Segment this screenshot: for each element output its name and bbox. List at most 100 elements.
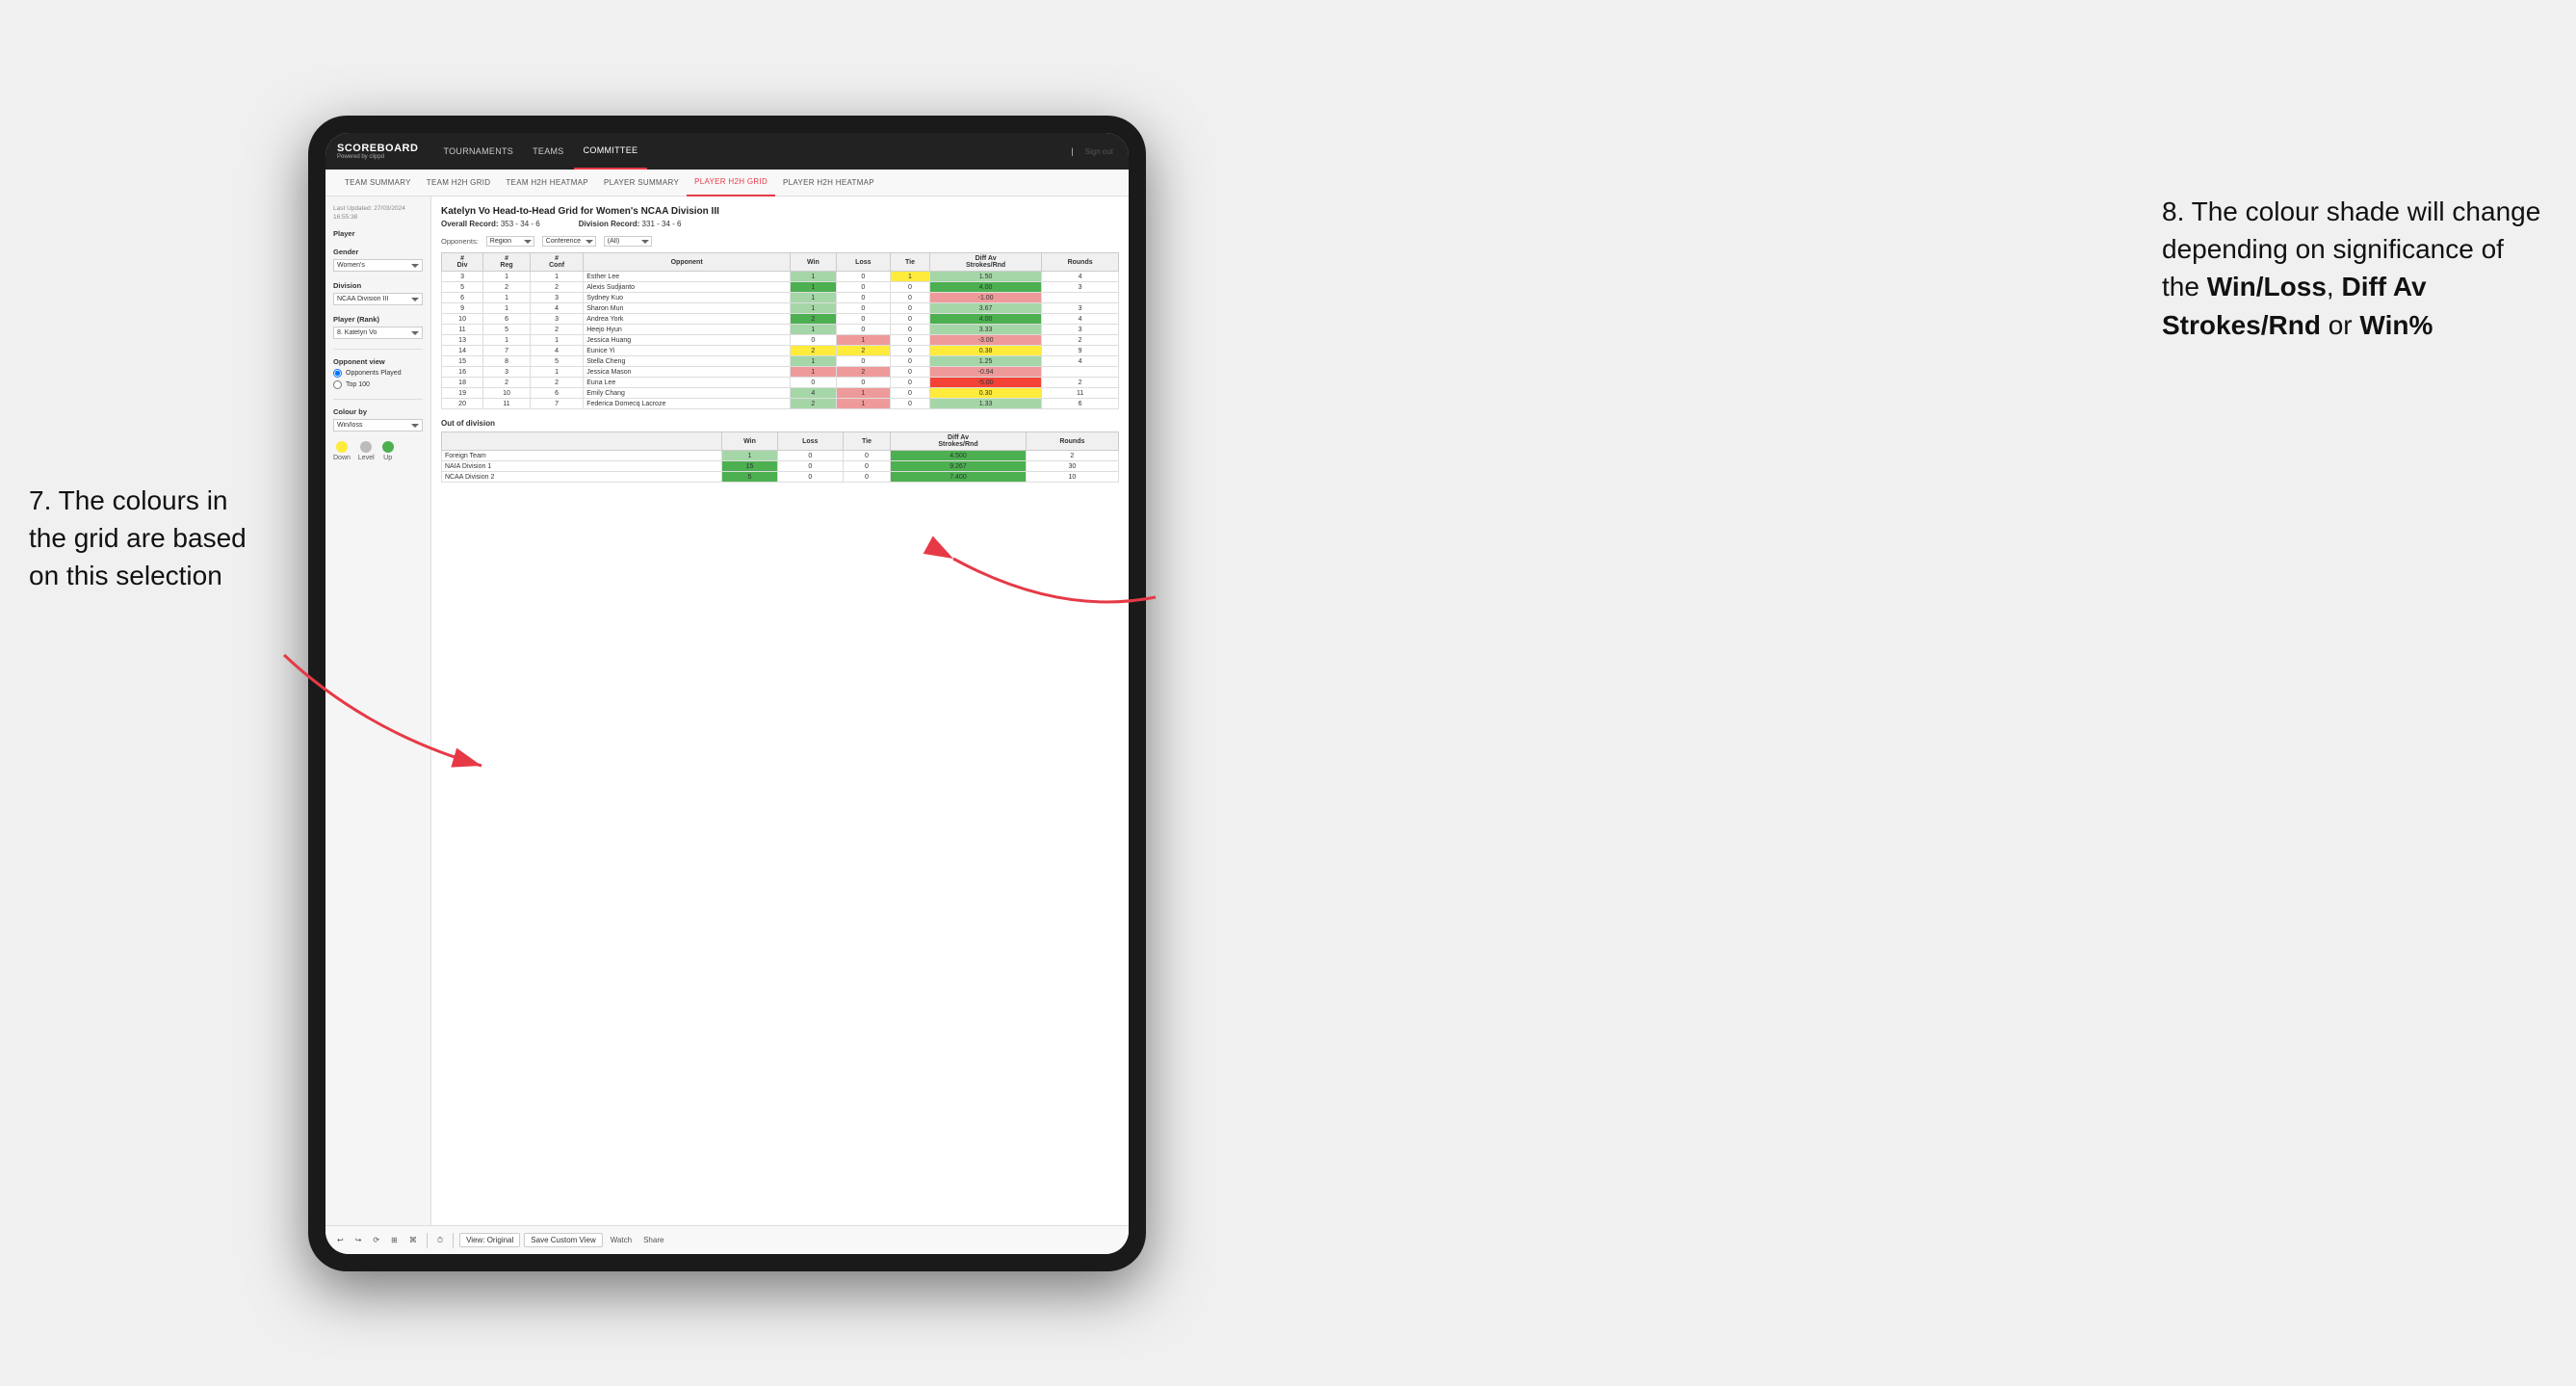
conference-filter[interactable]: Conference xyxy=(542,236,596,247)
cell-conf: 1 xyxy=(530,335,583,346)
toolbar-divider-2 xyxy=(453,1233,454,1248)
player-section: Player xyxy=(333,229,423,238)
cell-tie: 0 xyxy=(890,335,929,346)
save-custom-view-button[interactable]: Save Custom View xyxy=(524,1233,602,1247)
colour-by-section: Colour by Win/loss xyxy=(333,407,423,431)
sign-out-button[interactable]: Sign out xyxy=(1081,145,1117,158)
sub-nav-team-h2h-heatmap[interactable]: TEAM H2H HEATMAP xyxy=(498,170,596,196)
col-rounds: Rounds xyxy=(1042,253,1119,272)
col-tie: Tie xyxy=(890,253,929,272)
division-section: Division NCAA Division III xyxy=(333,281,423,305)
table-row: 13 1 1 Jessica Huang 0 1 0 -3.00 2 xyxy=(442,335,1119,346)
grid-records: Overall Record: 353 - 34 - 6 Division Re… xyxy=(441,220,1119,228)
annotation-left: 7. The colours in the grid are based on … xyxy=(29,482,279,595)
nav-right: | Sign out xyxy=(1071,145,1117,158)
cell-loss: 0 xyxy=(836,378,890,388)
cell-win: 1 xyxy=(791,293,837,303)
cell-loss: 0 xyxy=(836,356,890,367)
redo-button[interactable]: ↪ xyxy=(351,1234,366,1246)
cell-diff: -0.94 xyxy=(929,367,1041,378)
nav-teams[interactable]: TEAMS xyxy=(523,133,574,170)
cell-win: 1 xyxy=(791,272,837,282)
cell-reg: 11 xyxy=(483,399,531,409)
annotation-line-1: 7. The colours in xyxy=(29,485,228,515)
paste-button[interactable]: ⌘ xyxy=(405,1234,421,1246)
sub-nav-player-h2h-heatmap[interactable]: PLAYER H2H HEATMAP xyxy=(775,170,882,196)
annotation-line-3: on this selection xyxy=(29,561,222,590)
ood-cell-diff: 4.500 xyxy=(891,451,1026,461)
ood-col-loss: Loss xyxy=(777,432,843,451)
colour-by-select[interactable]: Win/loss xyxy=(333,419,423,431)
undo-button[interactable]: ↩ xyxy=(333,1234,348,1246)
nav-committee[interactable]: COMMITTEE xyxy=(574,133,648,170)
table-row: 10 6 3 Andrea York 2 0 0 4.00 4 xyxy=(442,314,1119,325)
cell-tie: 0 xyxy=(890,378,929,388)
cell-diff: 4.00 xyxy=(929,282,1041,293)
table-row: 20 11 7 Federica Domecq Lacroze 2 1 0 1.… xyxy=(442,399,1119,409)
cell-diff: 1.50 xyxy=(929,272,1041,282)
overall-record: Overall Record: 353 - 34 - 6 xyxy=(441,220,540,228)
nav-tournaments[interactable]: TOURNAMENTS xyxy=(433,133,523,170)
gender-select[interactable]: Women's xyxy=(333,259,423,272)
ood-col-tie: Tie xyxy=(843,432,891,451)
view-original-button[interactable]: View: Original xyxy=(459,1233,520,1247)
cell-rounds: 2 xyxy=(1042,378,1119,388)
player-rank-select[interactable]: 8. Katelyn Vo xyxy=(333,327,423,339)
cell-conf: 1 xyxy=(530,367,583,378)
sub-nav-player-h2h-grid[interactable]: PLAYER H2H GRID xyxy=(687,170,775,196)
cell-opponent: Eunice Yi xyxy=(584,346,791,356)
toolbar-divider-1 xyxy=(427,1233,428,1248)
ood-cell-tie: 0 xyxy=(843,472,891,483)
cell-div: 14 xyxy=(442,346,483,356)
grid-title: Katelyn Vo Head-to-Head Grid for Women's… xyxy=(441,206,1119,217)
top100-radio[interactable]: Top 100 xyxy=(333,380,423,389)
sub-nav-team-h2h-grid[interactable]: TEAM H2H GRID xyxy=(419,170,499,196)
table-row: 9 1 4 Sharon Mun 1 0 0 3.67 3 xyxy=(442,303,1119,314)
cell-opponent: Sydney Kuo xyxy=(584,293,791,303)
clock-button[interactable]: ⏱ xyxy=(433,1234,447,1247)
forward-button[interactable]: ⟳ xyxy=(369,1234,383,1246)
opponent-view-section: Opponent view Opponents Played Top 100 xyxy=(333,357,423,389)
annotation-right-bold3: Win% xyxy=(2359,310,2433,340)
cell-rounds: 6 xyxy=(1042,399,1119,409)
sep2: or xyxy=(2321,310,2359,340)
table-row: 3 1 1 Esther Lee 1 0 1 1.50 4 xyxy=(442,272,1119,282)
table-row: 11 5 2 Heejo Hyun 1 0 0 3.33 3 xyxy=(442,325,1119,335)
copy-button[interactable]: ⊞ xyxy=(387,1234,402,1246)
cell-loss: 0 xyxy=(836,293,890,303)
region-filter[interactable]: Region xyxy=(486,236,534,247)
cell-loss: 0 xyxy=(836,282,890,293)
col-win: Win xyxy=(791,253,837,272)
gender-section: Gender Women's xyxy=(333,248,423,272)
cell-tie: 0 xyxy=(890,356,929,367)
col-loss: Loss xyxy=(836,253,890,272)
legend-down: Down xyxy=(333,455,351,461)
cell-conf: 3 xyxy=(530,293,583,303)
cell-opponent: Sharon Mun xyxy=(584,303,791,314)
cell-reg: 2 xyxy=(483,378,531,388)
watch-button[interactable]: Watch xyxy=(607,1234,636,1246)
player-rank-label: Player (Rank) xyxy=(333,315,423,324)
cell-loss: 1 xyxy=(836,388,890,399)
cell-div: 11 xyxy=(442,325,483,335)
cell-opponent: Emily Chang xyxy=(584,388,791,399)
share-button[interactable]: Share xyxy=(639,1234,667,1246)
ood-col-name xyxy=(442,432,722,451)
cell-win: 2 xyxy=(791,399,837,409)
cell-div: 5 xyxy=(442,282,483,293)
colour-by-label: Colour by xyxy=(333,407,423,416)
cell-reg: 1 xyxy=(483,303,531,314)
sub-nav-team-summary[interactable]: TEAM SUMMARY xyxy=(337,170,419,196)
cell-win: 2 xyxy=(791,346,837,356)
cell-conf: 4 xyxy=(530,303,583,314)
sub-nav-player-summary[interactable]: PLAYER SUMMARY xyxy=(596,170,687,196)
cell-win: 1 xyxy=(791,303,837,314)
col-conf: #Conf xyxy=(530,253,583,272)
ood-cell-tie: 0 xyxy=(843,461,891,472)
sep1: , xyxy=(2327,272,2342,301)
division-select[interactable]: NCAA Division III xyxy=(333,293,423,305)
opponent-filter[interactable]: (All) xyxy=(604,236,652,247)
cell-opponent: Andrea York xyxy=(584,314,791,325)
opponents-played-radio[interactable]: Opponents Played xyxy=(333,369,423,378)
bottom-toolbar: ↩ ↪ ⟳ ⊞ ⌘ ⏱ View: Original Save Custom V… xyxy=(325,1225,1129,1254)
